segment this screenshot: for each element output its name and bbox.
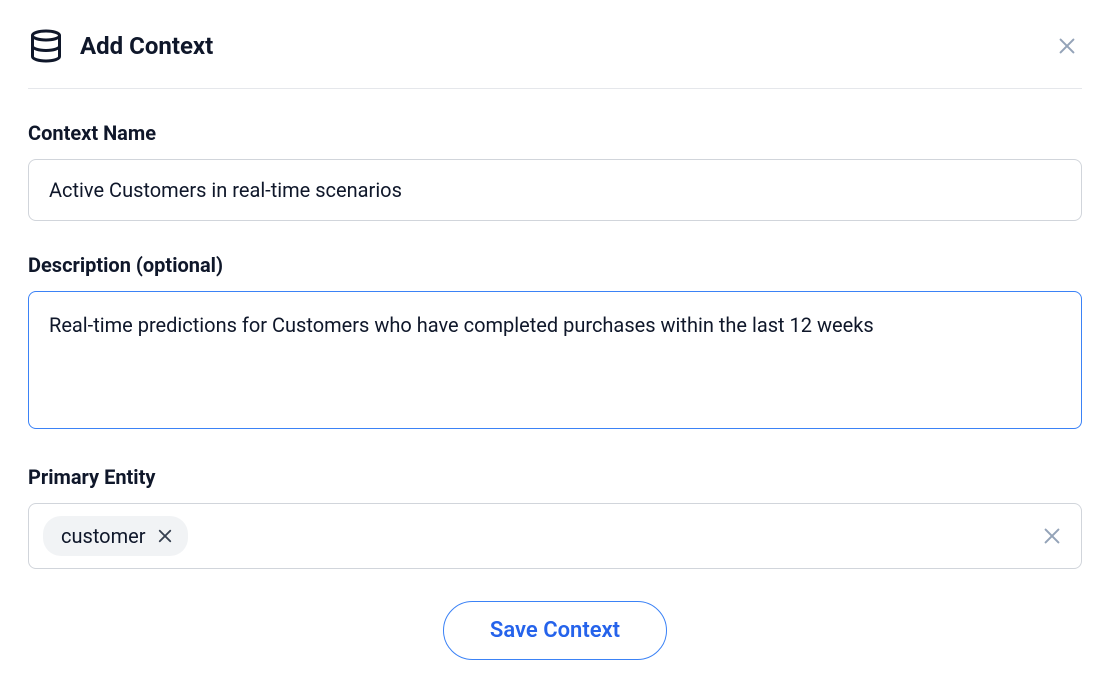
header-left: Add Context bbox=[28, 28, 213, 64]
description-field: Description (optional) bbox=[28, 253, 1082, 433]
database-icon bbox=[28, 28, 64, 64]
save-context-button[interactable]: Save Context bbox=[443, 601, 667, 660]
primary-entity-label: Primary Entity bbox=[28, 465, 1082, 489]
close-button[interactable] bbox=[1052, 31, 1082, 61]
modal-footer: Save Context bbox=[28, 601, 1082, 660]
add-context-modal: Add Context Context Name Description (op… bbox=[0, 0, 1110, 660]
context-name-field: Context Name bbox=[28, 121, 1082, 221]
entity-chip: customer bbox=[43, 516, 188, 556]
primary-entity-field: Primary Entity customer bbox=[28, 465, 1082, 569]
entity-chip-label: customer bbox=[61, 524, 146, 548]
context-name-label: Context Name bbox=[28, 121, 1082, 145]
modal-header: Add Context bbox=[28, 28, 1082, 89]
primary-entity-input[interactable]: customer bbox=[28, 503, 1082, 569]
context-name-input[interactable] bbox=[28, 159, 1082, 221]
chip-remove-button[interactable] bbox=[156, 527, 174, 545]
entity-clear-button[interactable] bbox=[1037, 521, 1067, 551]
description-input[interactable] bbox=[28, 291, 1082, 429]
modal-title: Add Context bbox=[80, 32, 213, 60]
description-label: Description (optional) bbox=[28, 253, 1082, 277]
